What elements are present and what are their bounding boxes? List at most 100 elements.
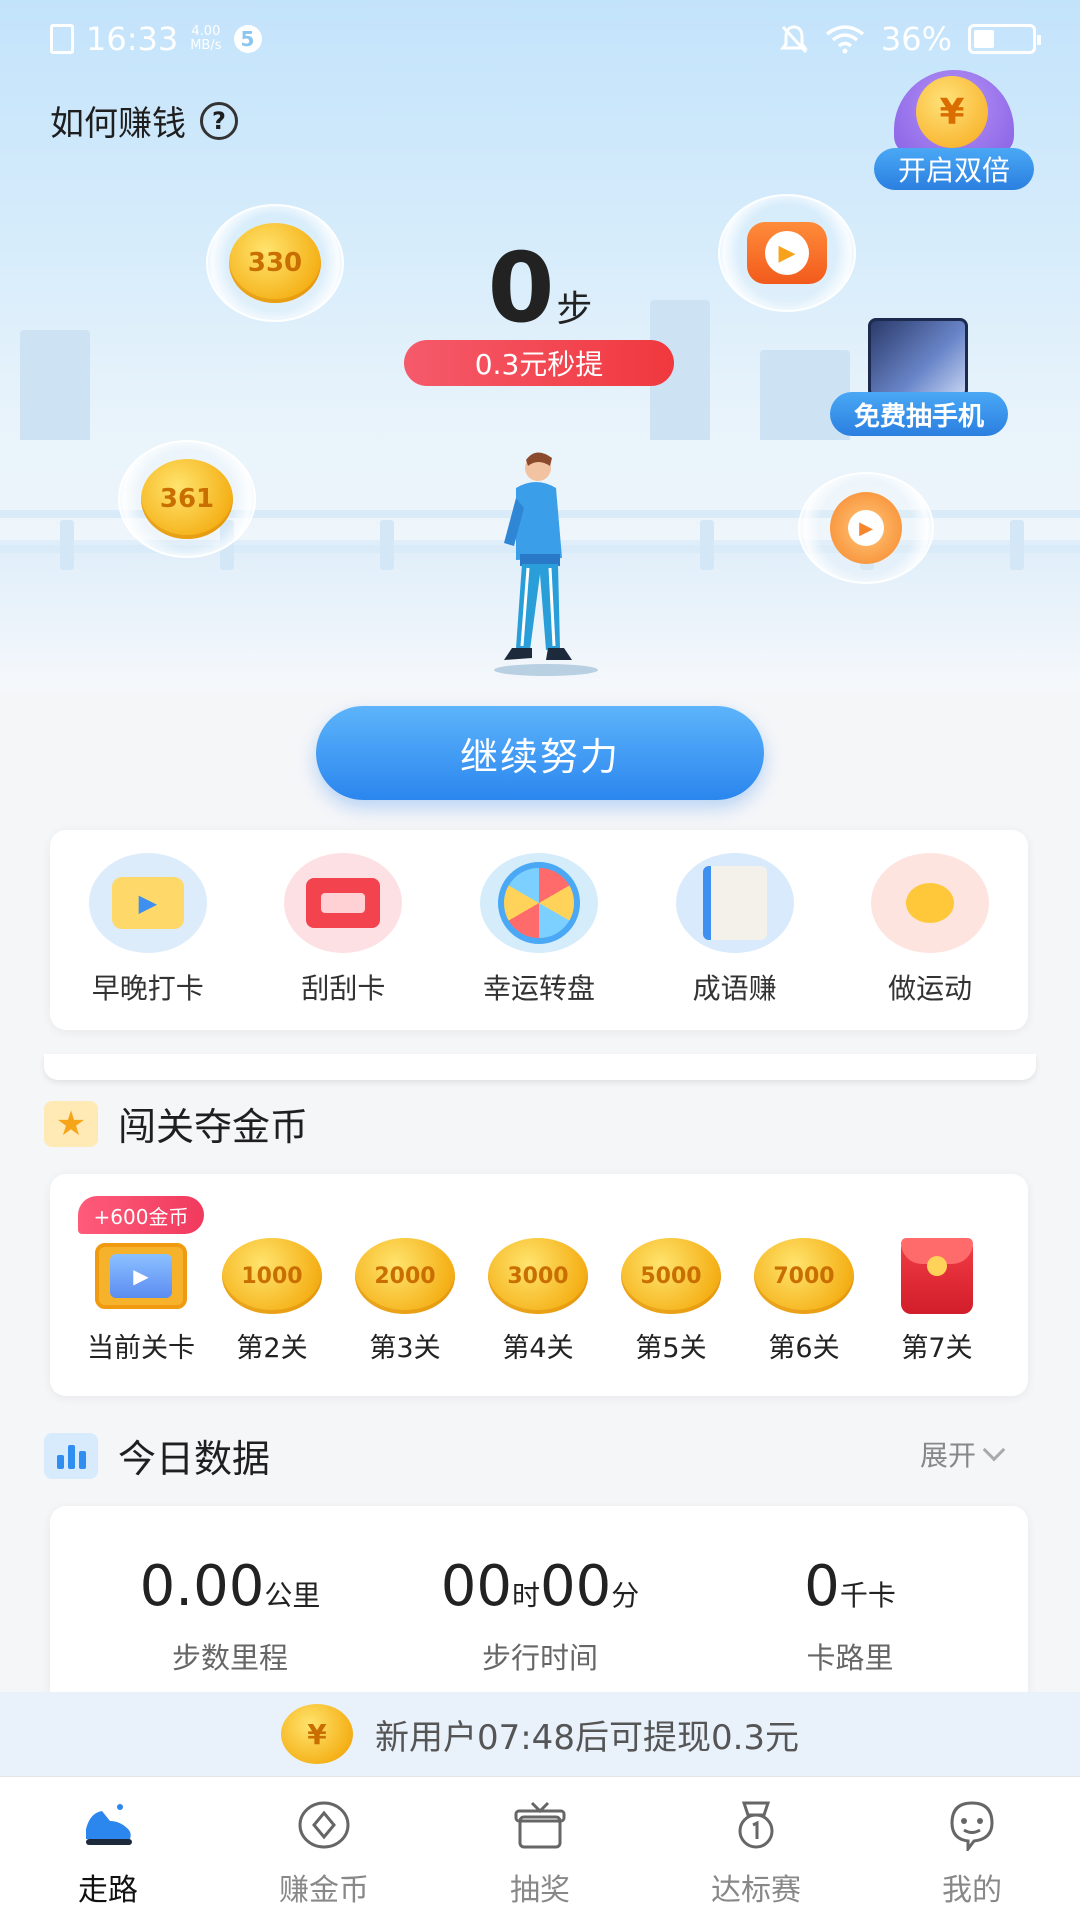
phone-image (868, 318, 968, 398)
stat-label: 步行时间 (481, 1641, 598, 1675)
tab-walk[interactable]: 走路 (8, 1777, 208, 1920)
tool-exercise[interactable]: 做运动 (835, 853, 1025, 1007)
status-bar: 16:33 4.00 MB/s 5 36% (0, 0, 1080, 80)
step-count: 0 (487, 232, 557, 344)
wifi-icon (825, 25, 864, 54)
exercise-coin (906, 883, 955, 923)
status-time: 16:33 (86, 20, 179, 58)
battery-icon (968, 24, 1041, 54)
level-label: 第4关 (502, 1333, 574, 1364)
hours-unit: 时 (511, 1579, 540, 1612)
shoe-icon (86, 1804, 132, 1845)
levels-title: 闯关夺金币 (118, 1105, 309, 1149)
gift-box-icon (514, 1801, 566, 1849)
tab-label: 我的 (942, 1873, 1002, 1908)
levels-card: +600金币 ▶ 当前关卡 1000 第2关 2000 第3关 3000 第4关… (50, 1174, 1028, 1396)
tool-scratch-card[interactable]: 刮刮卡 (248, 853, 438, 1007)
coin-bubble[interactable]: 361 (118, 440, 256, 558)
distance-unit: 公里 (264, 1579, 321, 1612)
phone-lottery-label: 免费抽手机 (830, 392, 1008, 436)
bottom-tab-bar: 走路 赚金币 抽奖 达标赛 我的 (0, 1776, 1080, 1920)
yuan-coin-icon: ¥ (280, 1704, 353, 1764)
stat-distance: 0.00公里 步数里程 (70, 1554, 390, 1677)
level-7[interactable]: 第7关 (872, 1238, 1002, 1365)
calories-unit: 千卡 (839, 1579, 896, 1612)
exercise-icon (871, 853, 990, 953)
net-speed-unit: MB/s (190, 38, 222, 53)
scratch-card-icon (284, 853, 403, 953)
railing-post (380, 520, 394, 570)
tool-label: 做运动 (888, 972, 973, 1005)
tool-lucky-wheel[interactable]: 幸运转盘 (444, 853, 634, 1007)
alarm-clock-icon: ▶ (830, 492, 902, 564)
stat-walk-time: 00时00分 步行时间 (380, 1554, 700, 1677)
withdraw-pill[interactable]: 0.3元秒提 (404, 340, 674, 386)
level-2[interactable]: 1000 第2关 (207, 1238, 337, 1365)
scratch-area (321, 893, 366, 913)
stat-time-value: 00时00分 (380, 1554, 700, 1619)
double-reward-button[interactable]: ¥ 开启双倍 (874, 70, 1034, 190)
level-5[interactable]: 5000 第5关 (606, 1238, 736, 1365)
walking-person-illustration (494, 452, 598, 676)
step-unit: 步 (556, 289, 593, 330)
how-to-earn-link[interactable]: 如何赚钱 ? (50, 96, 238, 145)
level-4[interactable]: 3000 第4关 (473, 1238, 603, 1365)
sim-icon (50, 24, 74, 54)
play-icon: ▶ (110, 1254, 172, 1298)
level-3[interactable]: 2000 第3关 (340, 1238, 470, 1365)
stat-distance-value: 0.00公里 (70, 1554, 390, 1619)
tab-label: 抽奖 (510, 1873, 570, 1908)
reward-badge: +600金币 (78, 1196, 204, 1234)
tool-idiom[interactable]: 成语赚 (640, 853, 830, 1007)
collapsed-card (44, 1054, 1036, 1080)
new-user-withdraw-bar[interactable]: ¥ 新用户07:48后可提现0.3元 (0, 1692, 1080, 1776)
phone-lottery-promo[interactable]: 免费抽手机 (830, 318, 1008, 438)
lucky-wheel-icon (479, 853, 598, 953)
yuan-coin-icon: ¥ (916, 76, 988, 148)
tool-label: 成语赚 (692, 972, 777, 1005)
expand-label: 展开 (920, 1439, 977, 1472)
coin-icon: 361 (141, 459, 233, 539)
mute-bell-icon (779, 25, 808, 54)
tool-label: 早晚打卡 (91, 972, 204, 1005)
alarm-bubble[interactable]: ▶ (798, 472, 934, 584)
tab-challenge[interactable]: 达标赛 (656, 1777, 856, 1920)
tool-checkin[interactable]: ▶ 早晚打卡 (53, 853, 243, 1007)
coin-icon: 3000 (488, 1238, 588, 1314)
net-speed: 4.00 MB/s (190, 25, 221, 53)
stat-label: 步数里程 (171, 1641, 288, 1675)
tv-screen: ▶ (95, 1243, 187, 1309)
bar (67, 1444, 75, 1469)
tab-mine[interactable]: 我的 (872, 1777, 1072, 1920)
new-user-text: 新用户07:48后可提现0.3元 (374, 1717, 800, 1758)
star-icon: ★ (44, 1100, 98, 1147)
continue-button[interactable]: 继续努力 (316, 706, 764, 800)
tab-label: 赚金币 (279, 1873, 369, 1908)
tab-label: 达标赛 (711, 1873, 801, 1908)
tool-label: 幸运转盘 (482, 972, 595, 1005)
coin-icon: 1000 (222, 1238, 322, 1314)
wheel (497, 862, 580, 944)
bar (78, 1450, 86, 1469)
level-6[interactable]: 7000 第6关 (739, 1238, 869, 1365)
level-current[interactable]: ▶ 当前关卡 (76, 1238, 206, 1365)
tv-play-icon: ▶ (93, 1238, 189, 1314)
chevron-down-icon (982, 1438, 1006, 1462)
sim-badge: 5 (233, 25, 262, 53)
double-reward-label: 开启双倍 (874, 148, 1034, 190)
level-label: 第5关 (635, 1333, 707, 1364)
medal-icon (738, 1801, 774, 1849)
expand-button[interactable]: 展开 (920, 1434, 1006, 1474)
red-packet-icon (901, 1238, 973, 1314)
today-data-card: 0.00公里 步数里程 00时00分 步行时间 0千卡 卡路里 (50, 1506, 1028, 1706)
level-label: 第6关 (768, 1333, 840, 1364)
book (702, 866, 767, 940)
railing-post (1010, 520, 1024, 570)
level-label: 当前关卡 (87, 1333, 195, 1364)
tab-lottery[interactable]: 抽奖 (440, 1777, 640, 1920)
bar-chart-icon (44, 1432, 98, 1479)
tab-earn-coins[interactable]: 赚金币 (224, 1777, 424, 1920)
level-label: 第3关 (369, 1333, 441, 1364)
coin-icon: 5000 (621, 1238, 721, 1314)
level-label: 第7关 (901, 1333, 973, 1364)
